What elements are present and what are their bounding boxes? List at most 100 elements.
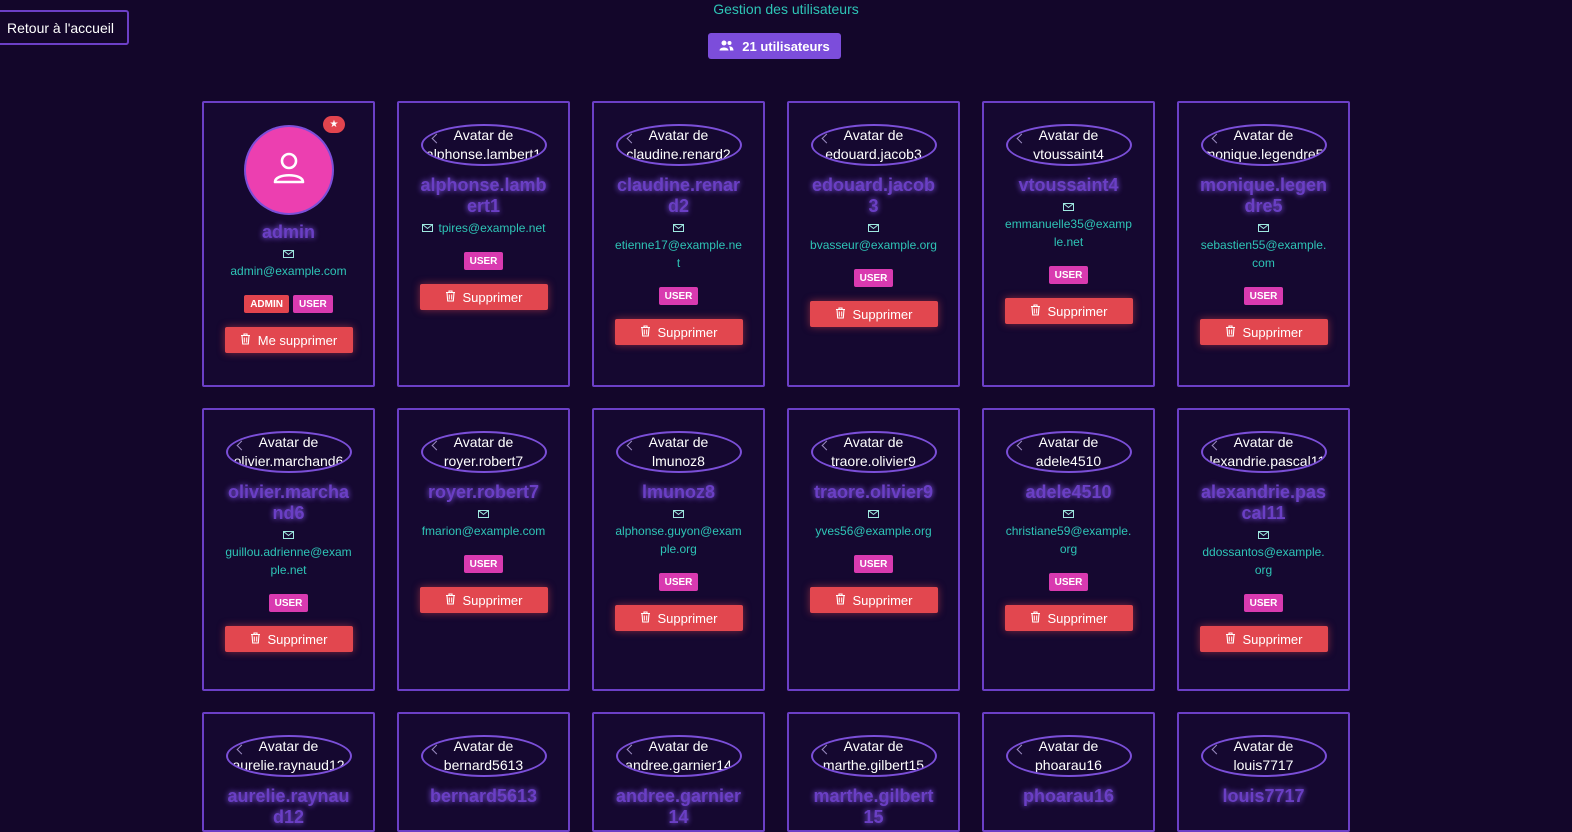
avatar-alt-username: aurelie.raynaud12 <box>232 757 345 773</box>
username: claudine.renard2 <box>616 175 741 216</box>
role-badge-user: USER <box>268 594 309 612</box>
avatar-alt-username: alexandrie.pascal11 <box>1201 453 1326 469</box>
delete-button-label: Supprimer <box>852 592 913 608</box>
role-badge-user: USER <box>1048 266 1089 284</box>
role-badges: USER <box>463 252 504 270</box>
avatar-alt-username: claudine.renard2 <box>626 146 731 162</box>
role-badges: USER <box>1048 573 1089 591</box>
email: tpires@example.net <box>409 219 559 237</box>
user-card: Avatar de alphonse.lambert1 alphonse.lambe… <box>397 101 570 387</box>
role-badges: USER <box>268 594 309 612</box>
avatar-alt-prefix: Avatar de <box>1233 127 1294 143</box>
trash-icon <box>1030 610 1041 626</box>
delete-button-label: Me supprimer <box>257 332 338 348</box>
trash-icon <box>835 592 846 608</box>
avatar-image: Avatar de andree.garnier14 <box>615 735 742 777</box>
role-badge-user: USER <box>1243 287 1284 305</box>
avatar-alt-prefix: Avatar de <box>843 127 904 143</box>
delete-button-label: Supprimer <box>852 306 913 322</box>
trash-icon <box>640 610 651 626</box>
delete-user-button[interactable]: Supprimer <box>809 301 938 327</box>
role-badges: USER <box>1243 287 1284 305</box>
username: lmunoz8 <box>641 482 715 502</box>
avatar-alt-username: louis7717 <box>1233 757 1294 773</box>
avatar-image: Avatar de marthe.gilbert15 <box>810 735 937 777</box>
email: etienne17@example.net <box>615 238 742 270</box>
user-card: Avatar de lmunoz8 lmunoz8 alphonse.guyon@ex… <box>592 408 765 691</box>
trash-icon <box>250 631 261 647</box>
avatar-alt-prefix: Avatar de <box>1038 127 1099 143</box>
avatar-image: Avatar de phoarau16 <box>1005 735 1132 777</box>
avatar-alt-username: andree.garnier14 <box>625 757 732 773</box>
delete-user-button[interactable]: Supprimer <box>1004 605 1133 631</box>
avatar-alt-prefix: Avatar de <box>1038 738 1099 754</box>
user-icon <box>270 149 308 192</box>
email: bvasseur@example.org <box>810 238 937 252</box>
user-card: Avatar de louis7717 louis7717 <box>1177 712 1350 832</box>
avatar-alt-prefix: Avatar de <box>258 434 319 450</box>
avatar-image: Avatar de traore.olivier9 <box>810 431 937 473</box>
role-badge-user: USER <box>292 295 333 313</box>
avatar-alt-username: adele4510 <box>1035 453 1102 469</box>
user-card: Avatar de phoarau16 phoarau16 <box>982 712 1155 832</box>
avatar-image: Avatar de alphonse.lambert1 <box>420 124 547 166</box>
trash-icon <box>835 306 846 322</box>
avatar-alt-prefix: Avatar de <box>453 738 514 754</box>
user-card: ★ admin admin@example.com ADMIN USER Me suppr… <box>202 101 375 387</box>
delete-user-button[interactable]: Supprimer <box>1199 319 1328 345</box>
delete-user-button[interactable]: Supprimer <box>1004 298 1133 324</box>
role-badges: USER <box>853 555 894 573</box>
role-badge-user: USER <box>463 252 504 270</box>
role-badges: USER <box>1243 594 1284 612</box>
delete-user-button[interactable]: Supprimer <box>419 284 548 310</box>
delete-button-label: Supprimer <box>462 592 523 608</box>
email: emmanuelle35@example.net <box>1005 217 1132 249</box>
trash-icon <box>240 332 251 348</box>
user-card: Avatar de claudine.renard2 claudine.renard… <box>592 101 765 387</box>
avatar-alt-username: monique.legendre5 <box>1203 146 1324 162</box>
mail-icon <box>868 222 879 234</box>
mail-icon <box>1063 201 1074 213</box>
role-badge-user: USER <box>463 555 504 573</box>
avatar-image: Avatar de royer.robert7 <box>420 431 547 473</box>
user-card: Avatar de edouard.jacob3 edouard.jacob3 bva… <box>787 101 960 387</box>
avatar-image: Avatar de adele4510 <box>1005 431 1132 473</box>
trash-icon <box>640 324 651 340</box>
mail-icon <box>478 508 489 520</box>
avatar-alt-username: royer.robert7 <box>443 453 524 469</box>
avatar-alt-username: traore.olivier9 <box>831 453 916 469</box>
delete-user-button[interactable]: Supprimer <box>224 626 353 652</box>
role-badge-admin: ADMIN <box>244 295 289 313</box>
user-card: Avatar de monique.legendre5 monique.legend… <box>1177 101 1350 387</box>
delete-user-button[interactable]: Supprimer <box>1199 626 1328 652</box>
username: marthe.gilbert15 <box>813 786 934 827</box>
avatar-alt-username: phoarau16 <box>1035 757 1102 773</box>
user-card: Avatar de royer.robert7 royer.robert7 fmari… <box>397 408 570 691</box>
role-badge-user: USER <box>658 573 699 591</box>
delete-user-button[interactable]: Supprimer <box>809 587 938 613</box>
user-card: Avatar de marthe.gilbert15 marthe.gilbert1… <box>787 712 960 832</box>
email: yves56@example.org <box>815 524 932 538</box>
user-card: Avatar de aurelie.raynaud12 aurelie.raynau… <box>202 712 375 832</box>
avatar-alt-username: lmunoz8 <box>652 453 705 469</box>
mail-icon <box>283 529 294 541</box>
user-card: Avatar de vtoussaint4 vtoussaint4 emmanuell… <box>982 101 1155 387</box>
users-icon <box>719 39 734 54</box>
avatar-alt-username: alphonse.lambert1 <box>425 146 542 162</box>
delete-user-button[interactable]: Supprimer <box>614 605 743 631</box>
user-card: Avatar de alexandrie.pascal11 alexandrie.p… <box>1177 408 1350 691</box>
user-count-badge: 21 utilisateurs <box>708 33 841 59</box>
avatar-alt-prefix: Avatar de <box>258 738 319 754</box>
email: sebastien55@example.com <box>1200 238 1327 270</box>
avatar-image: Avatar de bernard5613 <box>420 735 547 777</box>
delete-user-button[interactable]: Supprimer <box>614 319 743 345</box>
role-badge-user: USER <box>853 555 894 573</box>
delete-user-button[interactable]: Supprimer <box>419 587 548 613</box>
trash-icon <box>1030 303 1041 319</box>
role-badges: USER <box>853 269 894 287</box>
delete-self-button[interactable]: Me supprimer <box>224 327 353 353</box>
mail-icon <box>673 508 684 520</box>
delete-button-label: Supprimer <box>462 289 523 305</box>
avatar-image: Avatar de aurelie.raynaud12 <box>225 735 352 777</box>
avatar-image: Avatar de alexandrie.pascal11 <box>1200 431 1327 473</box>
